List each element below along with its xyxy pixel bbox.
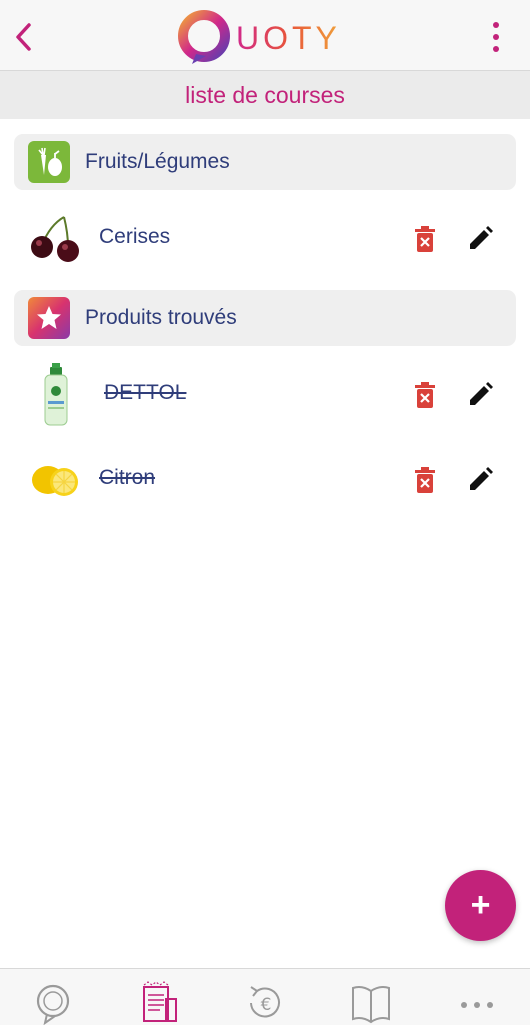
delete-icon[interactable]	[412, 466, 438, 496]
edit-icon[interactable]	[466, 381, 494, 409]
logo-q-icon	[178, 10, 230, 64]
dettol-bottle-image	[44, 363, 68, 426]
euro-icon: €	[250, 986, 280, 1018]
edit-icon[interactable]	[466, 466, 494, 494]
dot-icon	[493, 22, 499, 28]
lemon-image	[32, 466, 78, 496]
svg-text:€: €	[261, 995, 272, 1015]
delete-icon[interactable]	[412, 381, 438, 411]
more-icon	[461, 1002, 493, 1008]
list-item-citron[interactable]: Citron	[0, 446, 530, 516]
vegetables-icon	[28, 141, 70, 183]
bottom-tab-bar: €	[0, 968, 530, 1025]
dot-icon	[493, 34, 499, 40]
item-name: DETTOL	[104, 381, 187, 404]
tab-savings[interactable]: €	[242, 981, 288, 1025]
cherries-image	[31, 216, 79, 262]
list-title: liste de courses	[0, 71, 530, 119]
shopping-list-icon	[143, 981, 177, 1022]
tab-more[interactable]	[454, 981, 500, 1025]
edit-icon[interactable]	[466, 225, 494, 253]
tab-shopping-list[interactable]	[136, 981, 182, 1025]
chat-icon	[36, 984, 70, 1025]
tab-chat[interactable]	[30, 981, 76, 1025]
back-button[interactable]	[8, 18, 38, 56]
star-icon	[28, 297, 70, 339]
list-item-dettol[interactable]: DETTOL	[0, 361, 530, 431]
tab-catalog[interactable]	[348, 981, 394, 1025]
dot-icon	[493, 46, 499, 52]
item-name: Citron	[99, 466, 156, 489]
logo-text: UOTY	[236, 19, 341, 56]
add-item-button[interactable]: +	[445, 870, 516, 941]
category-label: Produits trouvés	[85, 306, 237, 329]
chevron-left-icon	[16, 23, 31, 51]
more-options-button[interactable]	[486, 22, 506, 52]
delete-icon[interactable]	[412, 225, 438, 255]
top-bar: UOTY	[0, 0, 530, 71]
book-icon	[352, 986, 390, 1024]
item-name: Cerises	[99, 225, 171, 248]
list-item-cerises[interactable]: Cerises	[0, 205, 530, 275]
quoty-logo: UOTY	[178, 8, 358, 68]
category-produits-trouves[interactable]: Produits trouvés	[14, 290, 516, 346]
category-label: Fruits/Légumes	[85, 150, 230, 173]
category-fruits-legumes[interactable]: Fruits/Légumes	[14, 134, 516, 190]
